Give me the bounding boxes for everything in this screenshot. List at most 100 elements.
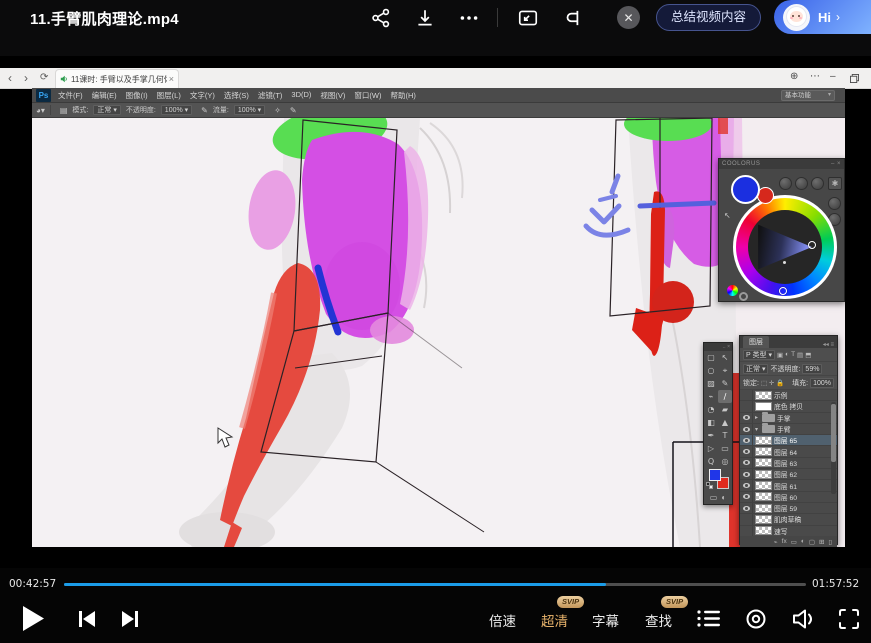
pressure-size-icon[interactable]: ✎ [290,106,297,115]
settings-icon[interactable] [745,608,767,630]
layer-visibility-toggle[interactable] [740,446,753,456]
ps-menu-item[interactable]: 文件(F) [58,90,83,101]
workspace-switcher[interactable]: 基本功能▾ [781,90,835,101]
browser-minimize-icon[interactable]: – [830,71,836,82]
summarize-video-button[interactable]: 总结视频内容 [656,4,761,31]
browser-restore-icon[interactable] [850,74,859,83]
ps-menu-item[interactable]: 视图(V) [320,90,345,101]
layer-row[interactable]: ▸ 图层 60 [740,492,837,503]
tool-icon[interactable]: Q [704,455,718,468]
subtitles-button[interactable]: 字幕 [592,610,619,630]
flow-select[interactable]: 100% ▾ [234,105,265,115]
tool-icon[interactable]: ↖ [718,351,732,364]
foreground-color-swatch[interactable] [731,175,760,204]
filter-shape-icon[interactable]: ▤ [797,351,803,359]
previous-button[interactable] [79,611,96,627]
layer-visibility-toggle[interactable] [740,480,753,490]
layers-panel-menu-icon[interactable]: ◂◂ ≡ [823,341,834,348]
tab-close-icon[interactable]: × [169,74,174,84]
layer-row[interactable]: ▸ 图层 63 [740,458,837,469]
color-knob-3[interactable] [811,177,824,190]
tool-icon[interactable]: ▰ [718,403,732,416]
browser-back-icon[interactable]: ‹ [8,70,12,86]
layers-action-icon[interactable]: ▢ [809,538,815,546]
pin-window-icon[interactable] [562,7,584,29]
sv-handle[interactable] [808,241,816,249]
ps-canvas[interactable]: COOLORUS ‒ × ✱ ↖ [32,118,845,547]
volume-icon[interactable] [792,608,816,630]
group-caret-icon[interactable]: ▸ [753,414,760,421]
browser-forward-icon[interactable]: › [24,70,28,86]
layer-row[interactable]: ▸ 肌肉草稿 [740,514,837,525]
color-panel-titlebar-icons[interactable]: ‒ × [831,159,841,169]
ps-menu-item[interactable]: 图像(I) [126,90,148,101]
panel-toggle-icon[interactable]: ▤ [60,106,68,115]
tool-icon[interactable]: ▷ [704,442,718,455]
color-wheel[interactable] [733,195,837,299]
share-icon[interactable] [370,7,392,29]
layer-row[interactable]: ▸ 速写 [740,526,837,536]
close-icon[interactable]: ✕ [617,6,640,29]
toolbox-foreground-swatch[interactable] [709,469,721,481]
group-caret-icon[interactable]: ▾ [753,426,760,433]
airbrush-icon[interactable]: ✧ [274,106,281,115]
layer-row[interactable]: ▸ 图层 65 [740,435,837,446]
layer-row[interactable]: ▸ 图层 61 [740,480,837,491]
assistant-button[interactable]: Hi › [774,0,871,34]
layer-row[interactable]: ▸ 底色 拷贝 [740,401,837,412]
ps-menu-item[interactable]: 滤镜(T) [258,90,283,101]
gear-icon[interactable]: ✱ [828,177,842,190]
tool-icon[interactable]: ◧ [704,416,718,429]
layers-opacity-value[interactable]: 59% [802,364,822,374]
layers-action-icon[interactable]: ⌁ [774,538,778,546]
layer-visibility-toggle[interactable] [740,469,753,479]
ps-menu-item[interactable]: 窗口(W) [354,90,381,101]
tool-icon[interactable]: ✒ [704,429,718,442]
tool-icon[interactable]: ⌖ [718,364,732,377]
filter-adjustment-icon[interactable]: ◐ [785,351,789,358]
hue-handle[interactable] [779,287,787,295]
browser-extensions-icon[interactable]: ⊕ [790,71,798,82]
layer-row[interactable]: ▾ 手臂 [740,424,837,435]
layer-visibility-toggle[interactable] [740,458,753,468]
next-button[interactable] [121,611,138,627]
lock-icons[interactable]: ⬚ ✛ 🔒 [761,379,784,387]
svip-badge-quality[interactable]: SVIP [557,596,584,608]
ps-menu-item[interactable]: 编辑(E) [92,90,117,101]
layer-row[interactable]: ▸ 图层 59 [740,503,837,514]
playlist-icon[interactable] [697,609,720,628]
color-knob-2[interactable] [795,177,808,190]
layers-scrollbar-thumb[interactable] [831,404,836,462]
ps-menu-item[interactable]: 帮助(H) [391,90,416,101]
color-sphere-icon[interactable] [727,285,738,296]
layer-visibility-toggle[interactable] [740,413,753,423]
toolbox-mode-icon[interactable]: ▭ [710,492,718,504]
layers-action-icon[interactable]: ⊞ [819,538,824,546]
layers-tab[interactable]: 图层 [743,336,769,348]
play-button[interactable] [22,605,45,632]
layer-visibility-toggle[interactable] [740,424,753,434]
tool-icon[interactable]: ○ [704,364,718,377]
ring-mode-icon[interactable] [739,292,748,301]
picture-in-picture-icon[interactable] [517,7,539,29]
svip-badge-search[interactable]: SVIP [661,596,688,608]
layer-visibility-toggle[interactable] [740,390,753,400]
video-surface[interactable]: ‹ › ⟳ 11课时: 手臂以及手掌几何体 × ⊕ ⋯ – Ps [0,56,871,568]
more-options-icon[interactable] [458,7,480,29]
color-knob-1[interactable] [779,177,792,190]
layers-action-icon[interactable]: fx [782,538,787,545]
tool-icon[interactable]: ▲ [718,416,732,429]
quality-button[interactable]: 超清 [541,610,568,630]
fill-value[interactable]: 100% [810,378,834,388]
layer-visibility-toggle[interactable] [740,435,753,445]
tool-icon[interactable]: ∕ [718,390,732,403]
layer-row[interactable]: ▸ 手掌 [740,413,837,424]
default-colors-icon[interactable] [706,482,713,489]
layer-visibility-toggle[interactable] [740,514,753,524]
layers-action-icon[interactable]: ◐ [801,538,805,545]
ps-menu-item[interactable]: 选择(S) [224,90,249,101]
layers-action-icon[interactable]: ▭ [791,538,797,546]
ps-menu-item[interactable]: 文字(Y) [190,90,215,101]
tool-icon[interactable]: ▢ [704,351,718,364]
download-icon[interactable] [414,7,436,29]
